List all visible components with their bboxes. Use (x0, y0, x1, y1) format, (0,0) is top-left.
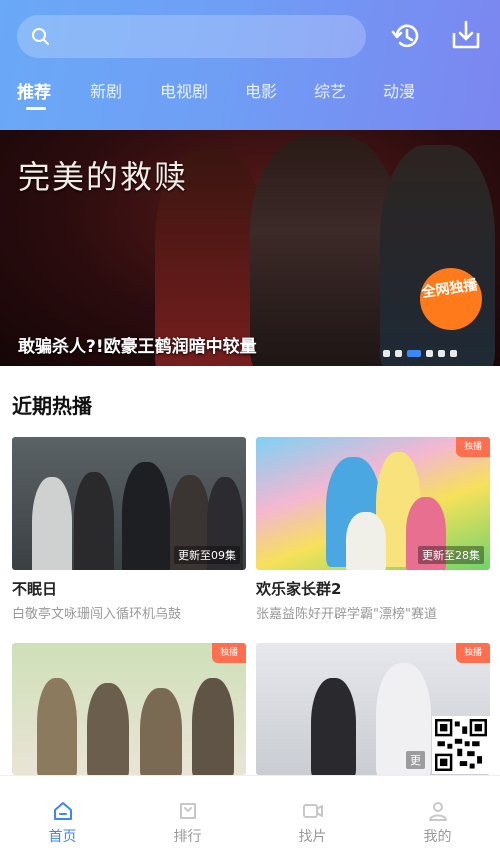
update-status: 更新至28集 (418, 546, 484, 564)
nav-home[interactable]: 首页 (0, 776, 125, 851)
carousel-dot[interactable] (438, 350, 445, 357)
show-name: 不眠日 (12, 580, 58, 598)
tab-movies[interactable]: 电影 (245, 78, 277, 102)
nav-label: 找片 (298, 829, 327, 845)
banner-show-title: 完美的救赎 (18, 158, 189, 196)
show-thumbnail: 更新至09集 (12, 437, 246, 570)
video-icon (303, 804, 323, 818)
qr-code-icon[interactable] (432, 716, 490, 774)
tab-variety[interactable]: 综艺 (314, 78, 346, 102)
carousel-dot[interactable] (395, 350, 402, 357)
search-icon (32, 28, 49, 45)
top-header: 推荐 新剧 电视剧 电影 综艺 动漫 (0, 0, 500, 130)
user-icon (429, 802, 447, 821)
bottom-navigation: 首页 排行 找片 我的 (0, 775, 500, 851)
show-name: 欢乐家长群2 (256, 580, 342, 598)
show-card[interactable]: 独播 (12, 643, 246, 775)
show-card[interactable]: 更新至09集 不眠日 白敬亭文咏珊闯入循环机乌鼓 (12, 437, 246, 627)
show-thumbnail: 独播 更新至28集 (256, 437, 490, 570)
banner-figure-center (250, 135, 400, 366)
exclusive-tag: 独播 (212, 643, 246, 663)
history-icon[interactable] (390, 19, 424, 53)
nav-label: 我的 (423, 829, 452, 845)
tab-recommend[interactable]: 推荐 (17, 78, 51, 103)
update-status: 更 (406, 751, 425, 769)
tab-tv-series[interactable]: 电视剧 (160, 78, 208, 102)
search-bar[interactable] (17, 15, 366, 58)
carousel-dot-active[interactable] (407, 350, 421, 357)
update-status: 更新至09集 (174, 546, 240, 564)
ranking-icon (180, 803, 196, 819)
carousel-dot[interactable] (450, 350, 457, 357)
home-icon (54, 802, 72, 820)
show-description: 张嘉益陈好开辟学霸"漂榜"赛道 (256, 607, 437, 622)
show-thumbnail: 独播 (12, 643, 246, 775)
show-card[interactable]: 独播 更新至28集 欢乐家长群2 张嘉益陈好开辟学霸"漂榜"赛道 (256, 437, 490, 627)
exclusive-tag: 独播 (456, 643, 490, 663)
carousel-dot[interactable] (426, 350, 433, 357)
download-icon[interactable] (449, 19, 483, 53)
active-tab-indicator (26, 107, 46, 110)
show-description: 白敬亭文咏珊闯入循环机乌鼓 (12, 607, 182, 622)
tab-new-drama[interactable]: 新剧 (90, 78, 122, 102)
nav-label: 首页 (48, 829, 77, 845)
exclusive-tag: 独播 (456, 437, 490, 457)
carousel-dot[interactable] (383, 350, 390, 357)
nav-find-movies[interactable]: 找片 (250, 776, 375, 851)
category-tabs: 推荐 新剧 电视剧 电影 综艺 动漫 (0, 78, 500, 112)
banner-figure-right (380, 145, 495, 366)
tab-anime[interactable]: 动漫 (383, 78, 415, 102)
section-title: 近期热播 (12, 394, 92, 418)
nav-ranking[interactable]: 排行 (125, 776, 250, 851)
hero-banner[interactable]: 完美的救赎 全网独播 敢骗杀人?!欧豪王鹤润暗中较量 (0, 130, 500, 366)
nav-label: 排行 (173, 829, 202, 845)
nav-profile[interactable]: 我的 (375, 776, 500, 851)
banner-caption: 敢骗杀人?!欧豪王鹤润暗中较量 (18, 337, 257, 357)
